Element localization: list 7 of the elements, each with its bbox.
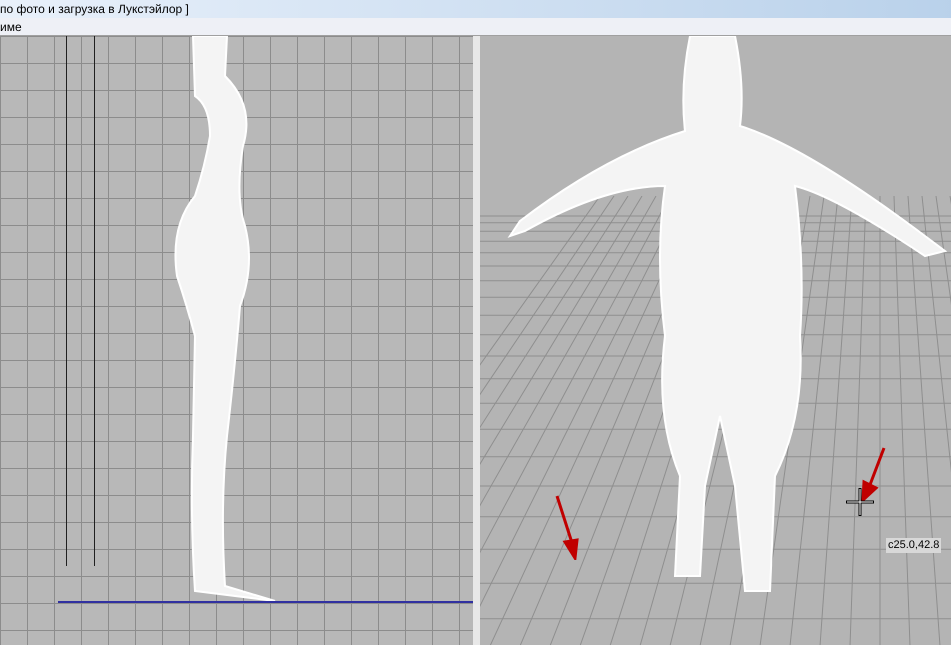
crosshair-cursor-icon (846, 488, 874, 516)
pointer-arrow-icon (555, 494, 581, 560)
cursor-coordinate-readout: c25.0,42.8 (886, 538, 942, 553)
pointer-arrow-icon (860, 446, 886, 502)
window-title: по фото и загрузка в Лукстэйлор ] (0, 3, 189, 15)
viewport-splitter[interactable] (473, 36, 480, 645)
menu-item[interactable]: име (0, 20, 22, 32)
